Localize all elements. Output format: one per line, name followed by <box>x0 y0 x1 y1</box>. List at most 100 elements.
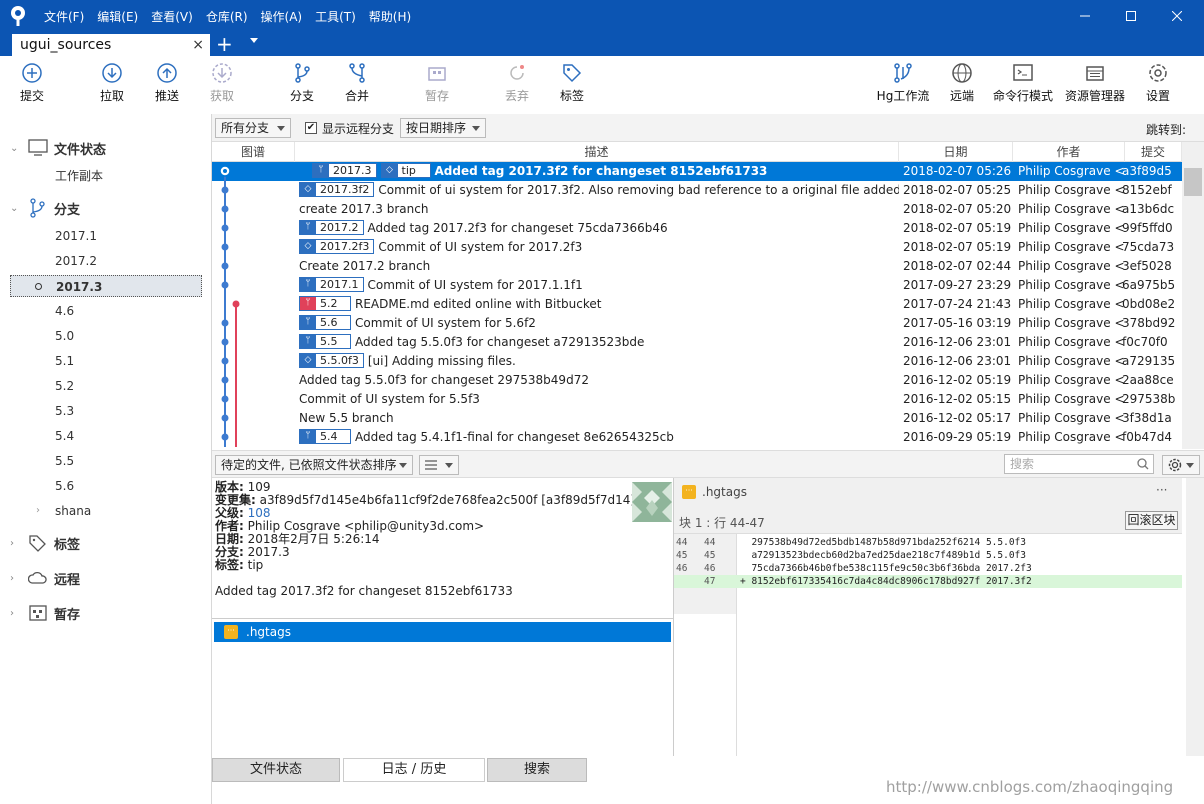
branch-icon: ᛘ <box>300 430 316 443</box>
sidebar-item-branch[interactable]: 5.3 <box>0 400 212 422</box>
add-tab-button[interactable]: + <box>216 34 233 54</box>
sidebar-item-branch[interactable]: 2017.1 <box>0 225 212 247</box>
pending-files-sort-dropdown[interactable]: 待定的文件, 已依照文件状态排序 <box>215 455 413 475</box>
sidebar-item-branch[interactable]: 5.5 <box>0 450 212 472</box>
stash-button[interactable]: 暂存 <box>407 62 467 104</box>
tab-dropdown-icon[interactable] <box>250 38 258 43</box>
search-input[interactable]: 搜索 <box>1004 454 1154 474</box>
commit-row[interactable]: ᛘ 5.6 Commit of UI system for 5.6f2 2017-05… <box>212 314 1182 333</box>
tab-file-status[interactable]: 文件状态 <box>212 758 340 782</box>
commit-row[interactable]: ᛘ 2017.1 Commit of UI system for 2017.1.1f… <box>212 276 1182 295</box>
commit-row[interactable]: Added tag 5.5.0f3 for changeset 297538b4… <box>212 371 1182 390</box>
branch-filter-dropdown[interactable]: 所有分支 <box>215 118 291 138</box>
minimize-button[interactable] <box>1062 0 1108 32</box>
pull-button[interactable]: 拉取 <box>82 62 142 104</box>
commit-row[interactable]: ᛘ 5.4 Added tag 5.4.1f1-final for changese… <box>212 428 1182 447</box>
commit-author: Philip Cosgrave < <box>1018 430 1125 444</box>
close-tab-icon[interactable]: × <box>192 34 204 56</box>
tab-search[interactable]: 搜索 <box>487 758 587 782</box>
chevron-right-icon[interactable]: › <box>10 608 24 619</box>
tag-button[interactable]: 标签 <box>542 62 602 104</box>
column-graph[interactable]: 图谱 <box>212 142 295 162</box>
chevron-down-icon[interactable]: ⌄ <box>10 143 24 154</box>
sort-order-dropdown[interactable]: 按日期排序 <box>400 118 486 138</box>
chevron-down-icon[interactable]: ⌄ <box>10 203 24 214</box>
jump-to-label[interactable]: 跳转到: <box>1146 121 1186 138</box>
close-icon <box>1172 11 1182 21</box>
sidebar-item-branch[interactable]: 5.4 <box>0 425 212 447</box>
column-date[interactable]: 日期 <box>899 142 1013 162</box>
commit-description: ᛘ 5.5 Added tag 5.5.0f3 for changeset a729… <box>299 333 899 352</box>
commit-date: 2017-07-24 21:43 <box>903 297 1012 311</box>
column-description[interactable]: 描述 <box>295 142 899 162</box>
chevron-right-icon[interactable]: › <box>10 538 24 549</box>
chevron-right-icon[interactable]: › <box>36 500 40 522</box>
menu-help[interactable]: 帮助(H) <box>369 8 411 25</box>
sidebar-group-branches[interactable]: ⌄ 分支 <box>0 197 212 219</box>
sidebar-item-branch-current[interactable]: 2017.3 <box>10 275 202 297</box>
explorer-button[interactable]: 资源管理器 <box>1060 62 1130 104</box>
commit-row[interactable]: ᛘ 2017.3 ◇ tip Added tag 2017.3f2 for change… <box>212 162 1182 181</box>
commit-author: Philip Cosgrave < <box>1018 259 1125 273</box>
fetch-button[interactable]: 获取 <box>192 62 252 104</box>
menu-tools[interactable]: 工具(T) <box>315 8 356 25</box>
discard-button[interactable]: 丢弃 <box>487 62 547 104</box>
branch-button[interactable]: 分支 <box>272 62 332 104</box>
sidebar-item-branch[interactable]: 5.0 <box>0 325 212 347</box>
sidebar-group-remotes[interactable]: › 远程 <box>0 567 212 589</box>
commit-row[interactable]: ᛘ 5.5 Added tag 5.5.0f3 for changeset a729… <box>212 333 1182 352</box>
chevron-right-icon[interactable]: › <box>10 573 24 584</box>
sidebar-item-branch[interactable]: 4.6 <box>0 300 212 322</box>
sidebar-group-tags[interactable]: › 标签 <box>0 532 212 554</box>
repo-tab[interactable]: ugui_sources × <box>12 34 210 56</box>
sidebar-group-file-status[interactable]: ⌄ 文件状态 <box>0 137 212 159</box>
menu-edit[interactable]: 编辑(E) <box>97 8 138 25</box>
log-scrollbar[interactable] <box>1182 142 1204 449</box>
revert-hunk-button[interactable]: 回滚区块 <box>1125 511 1178 530</box>
commit-hash: 3f38d1a <box>1122 411 1172 425</box>
sidebar-item-branch-folder[interactable]: › shana <box>0 500 212 522</box>
sidebar-item-branch[interactable]: 5.2 <box>0 375 212 397</box>
merge-button[interactable]: 合并 <box>327 62 387 104</box>
more-options-icon[interactable]: ··· <box>1156 483 1167 497</box>
close-window-button[interactable] <box>1154 0 1200 32</box>
branch-icon: ᛘ <box>300 278 316 291</box>
remote-button[interactable]: 远端 <box>932 62 992 104</box>
sidebar-item-working-copy[interactable]: 工作副本 <box>0 165 212 187</box>
show-remote-checkbox[interactable]: ✔ <box>305 122 317 134</box>
fetch-icon <box>212 63 232 83</box>
push-button[interactable]: 推送 <box>137 62 197 104</box>
tab-log-history[interactable]: 日志 / 历史 <box>343 758 485 782</box>
commit-row[interactable]: create 2017.3 branch 2018-02-07 05:20 Phil… <box>212 200 1182 219</box>
menu-view[interactable]: 查看(V) <box>151 8 193 25</box>
commit-row[interactable]: ◇ 2017.3f2 Commit of ui system for 2017.3f… <box>212 181 1182 200</box>
commit-row[interactable]: Create 2017.2 branch 2018-02-07 02:44 Phil… <box>212 257 1182 276</box>
commit-row[interactable]: Commit of UI system for 5.5f3 2016-12-02 … <box>212 390 1182 409</box>
file-row[interactable]: ··· .hgtags <box>214 622 671 642</box>
view-mode-dropdown[interactable] <box>419 455 459 475</box>
settings-button[interactable]: 设置 <box>1128 62 1188 104</box>
column-author[interactable]: 作者 <box>1013 142 1125 162</box>
commit-row[interactable]: ᛘ 2017.2 Added tag 2017.2f3 for changeset … <box>212 219 1182 238</box>
sidebar-item-branch[interactable]: 5.1 <box>0 350 212 372</box>
commit-description: ᛘ 2017.3 ◇ tip Added tag 2017.3f2 for change… <box>312 162 912 181</box>
options-dropdown[interactable] <box>1162 455 1200 475</box>
sidebar-item-branch[interactable]: 5.6 <box>0 475 212 497</box>
parent-link[interactable]: 108 <box>244 506 271 520</box>
commit-button[interactable]: 提交 <box>2 62 62 104</box>
commit-row[interactable]: ◇ 5.5.0f3 [ui] Adding missing files. 2016-1… <box>212 352 1182 371</box>
commit-row[interactable]: ᛘ 5.2 README.md edited online with Bitbuck… <box>212 295 1182 314</box>
menu-actions[interactable]: 操作(A) <box>261 8 303 25</box>
sidebar-group-stash[interactable]: › 暂存 <box>0 602 212 624</box>
maximize-button[interactable] <box>1108 0 1154 32</box>
column-commit[interactable]: 提交 <box>1125 142 1182 162</box>
menu-repository[interactable]: 仓库(R) <box>206 8 248 25</box>
terminal-button[interactable]: 命令行模式 <box>993 62 1053 104</box>
hgflow-button[interactable]: Hg工作流 <box>873 62 933 104</box>
scrollbar-thumb[interactable] <box>1184 168 1202 196</box>
sidebar-item-branch[interactable]: 2017.2 <box>0 250 212 272</box>
commit-row[interactable]: New 5.5 branch 2016-12-02 05:17 Philip Cos… <box>212 409 1182 428</box>
commit-row[interactable]: ◇ 2017.2f3 Commit of UI system for 2017.2f… <box>212 238 1182 257</box>
diff-scrollbar[interactable] <box>1186 478 1204 756</box>
menu-file[interactable]: 文件(F) <box>44 8 84 25</box>
